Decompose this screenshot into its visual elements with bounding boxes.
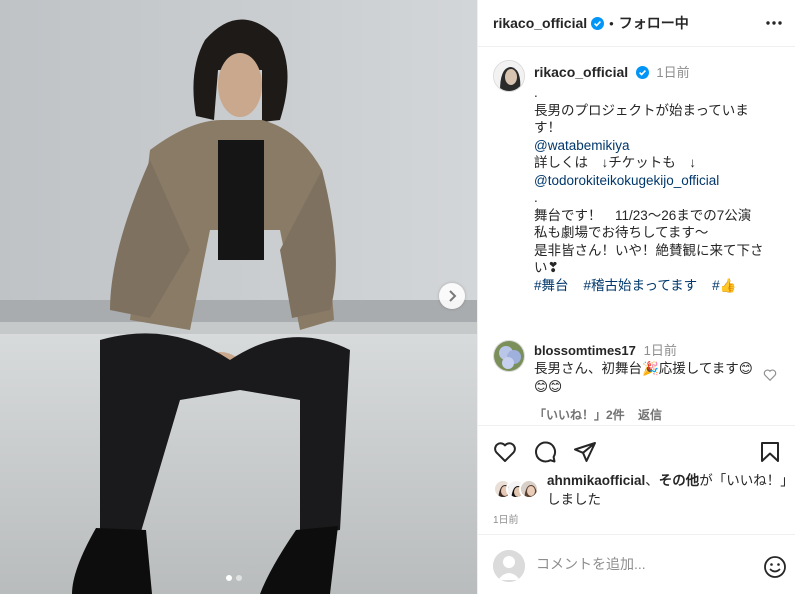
hashtag-link[interactable]: #稽古始まってます	[584, 278, 698, 293]
more-options-icon[interactable]	[765, 14, 783, 32]
action-bar	[478, 425, 795, 475]
caption: rikaco_official 1日前 . 長男のプロジェクトが始まっていま す…	[534, 62, 784, 294]
hashtag-row: #舞台 #稽古始まってます #👍	[534, 277, 784, 295]
heart-icon[interactable]	[493, 440, 517, 464]
caption-avatar[interactable]	[493, 60, 525, 92]
post-media[interactable]	[0, 0, 477, 594]
caption-line: い❣	[534, 260, 559, 275]
caption-line: 私も劇場でお待ちしてます〜	[534, 225, 709, 240]
mention-link[interactable]: @watabemikiya	[534, 137, 784, 155]
post-timestamp[interactable]: 1日前	[493, 511, 519, 526]
comment-time[interactable]: 1日前	[644, 343, 677, 358]
post-photo	[0, 0, 477, 594]
post-side-panel: rikaco_official • フォロー中 rikaco_official	[477, 0, 795, 594]
likes-connector: 、	[645, 473, 659, 488]
next-slide-button[interactable]	[439, 283, 465, 309]
comment-username[interactable]: blossomtimes17	[534, 343, 636, 358]
bookmark-icon[interactable]	[758, 440, 782, 464]
comment-input[interactable]	[536, 556, 736, 572]
caption-text: . 長男のプロジェクトが始まっていま す！ @watabemikiya 詳しくは…	[534, 84, 784, 294]
header-username[interactable]: rikaco_official	[493, 15, 587, 31]
verified-badge-icon	[635, 66, 649, 79]
comments-area[interactable]: rikaco_official 1日前 . 長男のプロジェクトが始まっていま す…	[478, 48, 795, 424]
paper-plane-icon[interactable]	[573, 440, 597, 464]
caption-line: 詳しくは ↓チケットも ↓	[534, 155, 696, 170]
caption-line: .	[534, 190, 538, 205]
caption-line: 長男のプロジェクトが始まっていま	[534, 102, 749, 118]
likes-others-link[interactable]: その他	[659, 473, 700, 488]
likes-text: ahnmikaofficial、その他が「いいね！」しました	[547, 471, 795, 509]
comment-like-heart-icon[interactable]	[763, 368, 777, 385]
caption-line: .	[534, 85, 538, 100]
comment: blossomtimes17 1日前 長男さん、初舞台🎉応援してます😊😊😊 「い…	[534, 342, 759, 423]
following-button[interactable]: フォロー中	[619, 13, 689, 33]
slide-indicator	[226, 575, 242, 581]
mention-link[interactable]: @todorokiteikokugekijo_official	[534, 172, 784, 190]
comment-avatar[interactable]	[493, 340, 525, 372]
verified-badge-icon	[591, 16, 605, 30]
slide-dot-active	[226, 575, 232, 581]
hashtag-link[interactable]: #舞台	[534, 278, 569, 293]
comment-text: 長男さん、初舞台🎉応援してます😊😊😊	[534, 361, 753, 394]
comment-likes-count[interactable]: 「いいね！」2件	[534, 408, 625, 422]
caption-time[interactable]: 1日前	[656, 65, 689, 80]
emoji-icon[interactable]	[763, 555, 787, 579]
comment-icon[interactable]	[533, 440, 557, 464]
add-comment-bar	[478, 534, 795, 594]
hashtag-link[interactable]: #👍	[712, 278, 736, 293]
liker-username[interactable]: ahnmikaofficial	[547, 473, 645, 488]
reply-button[interactable]: 返信	[638, 408, 662, 422]
caption-line: 是非皆さん！いや！絶賛観に来て下さ	[534, 242, 764, 258]
chevron-right-icon	[449, 290, 457, 302]
current-user-avatar	[493, 550, 525, 582]
caption-username[interactable]: rikaco_official	[534, 64, 628, 80]
caption-line: す！	[534, 120, 561, 135]
slide-dot	[236, 575, 242, 581]
header-separator: •	[609, 15, 614, 31]
post-header: rikaco_official • フォロー中	[478, 0, 795, 47]
post-dialog: rikaco_official • フォロー中 rikaco_official	[0, 0, 795, 594]
caption-line: 舞台です！ 11/23～26までの7公演	[534, 207, 752, 223]
liker-avatar[interactable]	[519, 479, 539, 499]
